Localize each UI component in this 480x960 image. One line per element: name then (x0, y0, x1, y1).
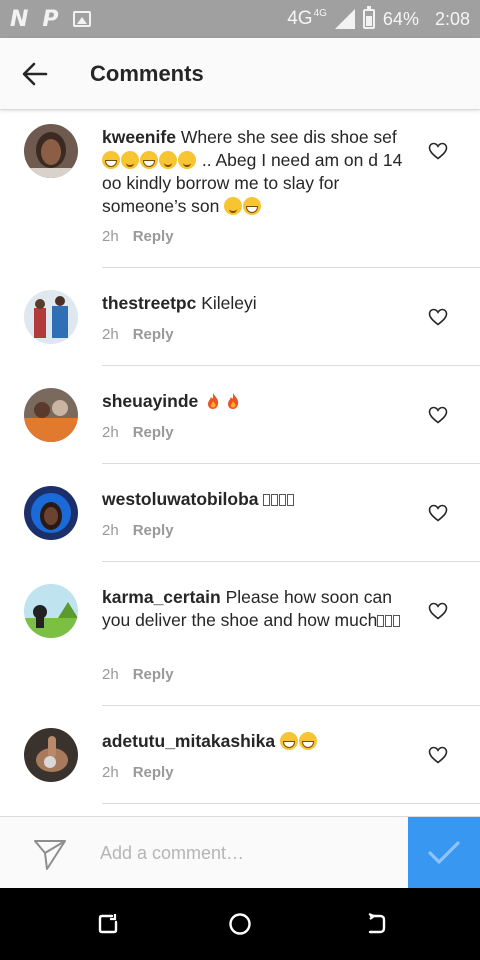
heart-icon[interactable] (428, 746, 448, 764)
heart-icon[interactable] (428, 142, 448, 160)
unsupported-emoji-icon (393, 615, 401, 627)
comment-username[interactable]: westoluwatobiloba (102, 489, 259, 509)
unsupported-emoji-icon (279, 494, 287, 506)
unsupported-emoji-icon (263, 494, 271, 506)
fire-emoji-icon (208, 393, 219, 409)
comment-username[interactable]: kweenife (102, 127, 176, 147)
avatar[interactable] (24, 728, 78, 782)
checkmark-icon (428, 841, 460, 864)
network-type: 4G 4G (287, 8, 327, 30)
smiling-emoji-icon (121, 151, 139, 169)
network-sup-label: 4G (313, 8, 327, 19)
reply-button[interactable]: Reply (133, 666, 174, 683)
comment-meta: 2h Reply (102, 424, 174, 441)
comment-input[interactable] (100, 837, 390, 869)
reply-button[interactable]: Reply (133, 326, 174, 343)
avatar[interactable] (24, 290, 78, 344)
comment-divider (102, 705, 480, 706)
heart-icon[interactable] (428, 504, 448, 522)
notification-icons: N P (10, 7, 91, 32)
unsupported-emoji-icon (287, 494, 295, 506)
post-comment-button[interactable] (408, 817, 480, 889)
smiling-emoji-icon (159, 151, 177, 169)
grinning-emoji-icon (140, 151, 158, 169)
battery-percent: 64% (382, 8, 419, 29)
comment-time: 2h (102, 666, 119, 683)
smiling-emoji-icon (178, 151, 196, 169)
comment-list[interactable]: kweenife Where she see dis shoe sef .. A… (0, 110, 480, 816)
comment-divider (102, 561, 480, 562)
avatar[interactable] (24, 124, 78, 178)
comment-text: sheuayinde (102, 390, 412, 413)
battery-icon (362, 6, 375, 29)
heart-icon[interactable] (428, 308, 448, 326)
avatar[interactable] (24, 584, 78, 638)
status-bar: N P 4G 4G 64% 2:08 (0, 0, 480, 38)
comment-divider (102, 267, 480, 268)
comment-meta: 2h Reply (102, 764, 174, 781)
comment-meta: 2h Reply (102, 228, 174, 245)
comment-username[interactable]: thestreetpc (102, 293, 196, 313)
comment-text: karma_certain Please how soon can you de… (102, 586, 412, 632)
back-nav-icon[interactable] (362, 910, 390, 938)
avatar[interactable] (24, 486, 78, 540)
comment-username[interactable]: sheuayinde (102, 391, 198, 411)
recent-apps-icon[interactable] (94, 910, 122, 938)
comment-time: 2h (102, 326, 119, 343)
home-icon[interactable] (226, 910, 254, 938)
direct-send-icon[interactable] (32, 835, 68, 871)
grinning-emoji-icon (299, 732, 317, 750)
clock: 2:08 (434, 8, 470, 29)
network-label: 4G (287, 8, 313, 29)
reply-button[interactable]: Reply (133, 764, 174, 781)
grinning-emoji-icon (280, 732, 298, 750)
comment-username[interactable]: adetutu_mitakashika (102, 731, 275, 751)
comment-text: adetutu_mitakashika (102, 730, 412, 753)
comment-input-bar (0, 816, 480, 889)
page-title: Comments (90, 60, 204, 86)
comment-content: Kileleyi (201, 293, 257, 313)
comment-meta: 2h Reply (102, 666, 174, 683)
comment-divider (102, 463, 480, 464)
p-notification-icon: P (42, 6, 59, 32)
unsupported-emoji-icon (385, 615, 393, 627)
comment-username[interactable]: karma_certain (102, 587, 221, 607)
grinning-emoji-icon (102, 151, 120, 169)
comment-meta: 2h Reply (102, 522, 174, 539)
reply-button[interactable]: Reply (133, 522, 174, 539)
arrow-left-icon (22, 62, 48, 85)
image-notification-icon (72, 11, 91, 27)
n-notification-icon: N (10, 6, 29, 32)
unsupported-emoji-icon (377, 615, 385, 627)
comment-content: Where she see dis shoe sef (180, 127, 397, 147)
app-header: Comments (0, 38, 480, 110)
comment-divider (102, 803, 480, 804)
avatar[interactable] (24, 388, 78, 442)
heart-icon[interactable] (428, 602, 448, 620)
comment-text: thestreetpc Kileleyi (102, 292, 412, 315)
comment-text: westoluwatobiloba (102, 488, 412, 511)
unsupported-emoji-icon (271, 494, 279, 506)
system-indicators: 4G 4G 64% 2:08 (287, 6, 470, 30)
comment-time: 2h (102, 522, 119, 539)
comment-divider (102, 365, 480, 366)
smiling-emoji-icon (224, 197, 243, 215)
comment-time: 2h (102, 424, 119, 441)
comment-time: 2h (102, 228, 119, 245)
reply-button[interactable]: Reply (133, 228, 174, 245)
system-nav-bar (0, 888, 480, 960)
comment-text: kweenife Where she see dis shoe sef .. A… (102, 126, 412, 218)
signal-icon (334, 9, 355, 29)
back-button[interactable] (0, 38, 70, 110)
comment-time: 2h (102, 764, 119, 781)
fire-emoji-icon (228, 393, 239, 409)
heart-icon[interactable] (428, 406, 448, 424)
grinning-emoji-icon (243, 197, 262, 215)
comment-meta: 2h Reply (102, 326, 174, 343)
reply-button[interactable]: Reply (133, 424, 174, 441)
